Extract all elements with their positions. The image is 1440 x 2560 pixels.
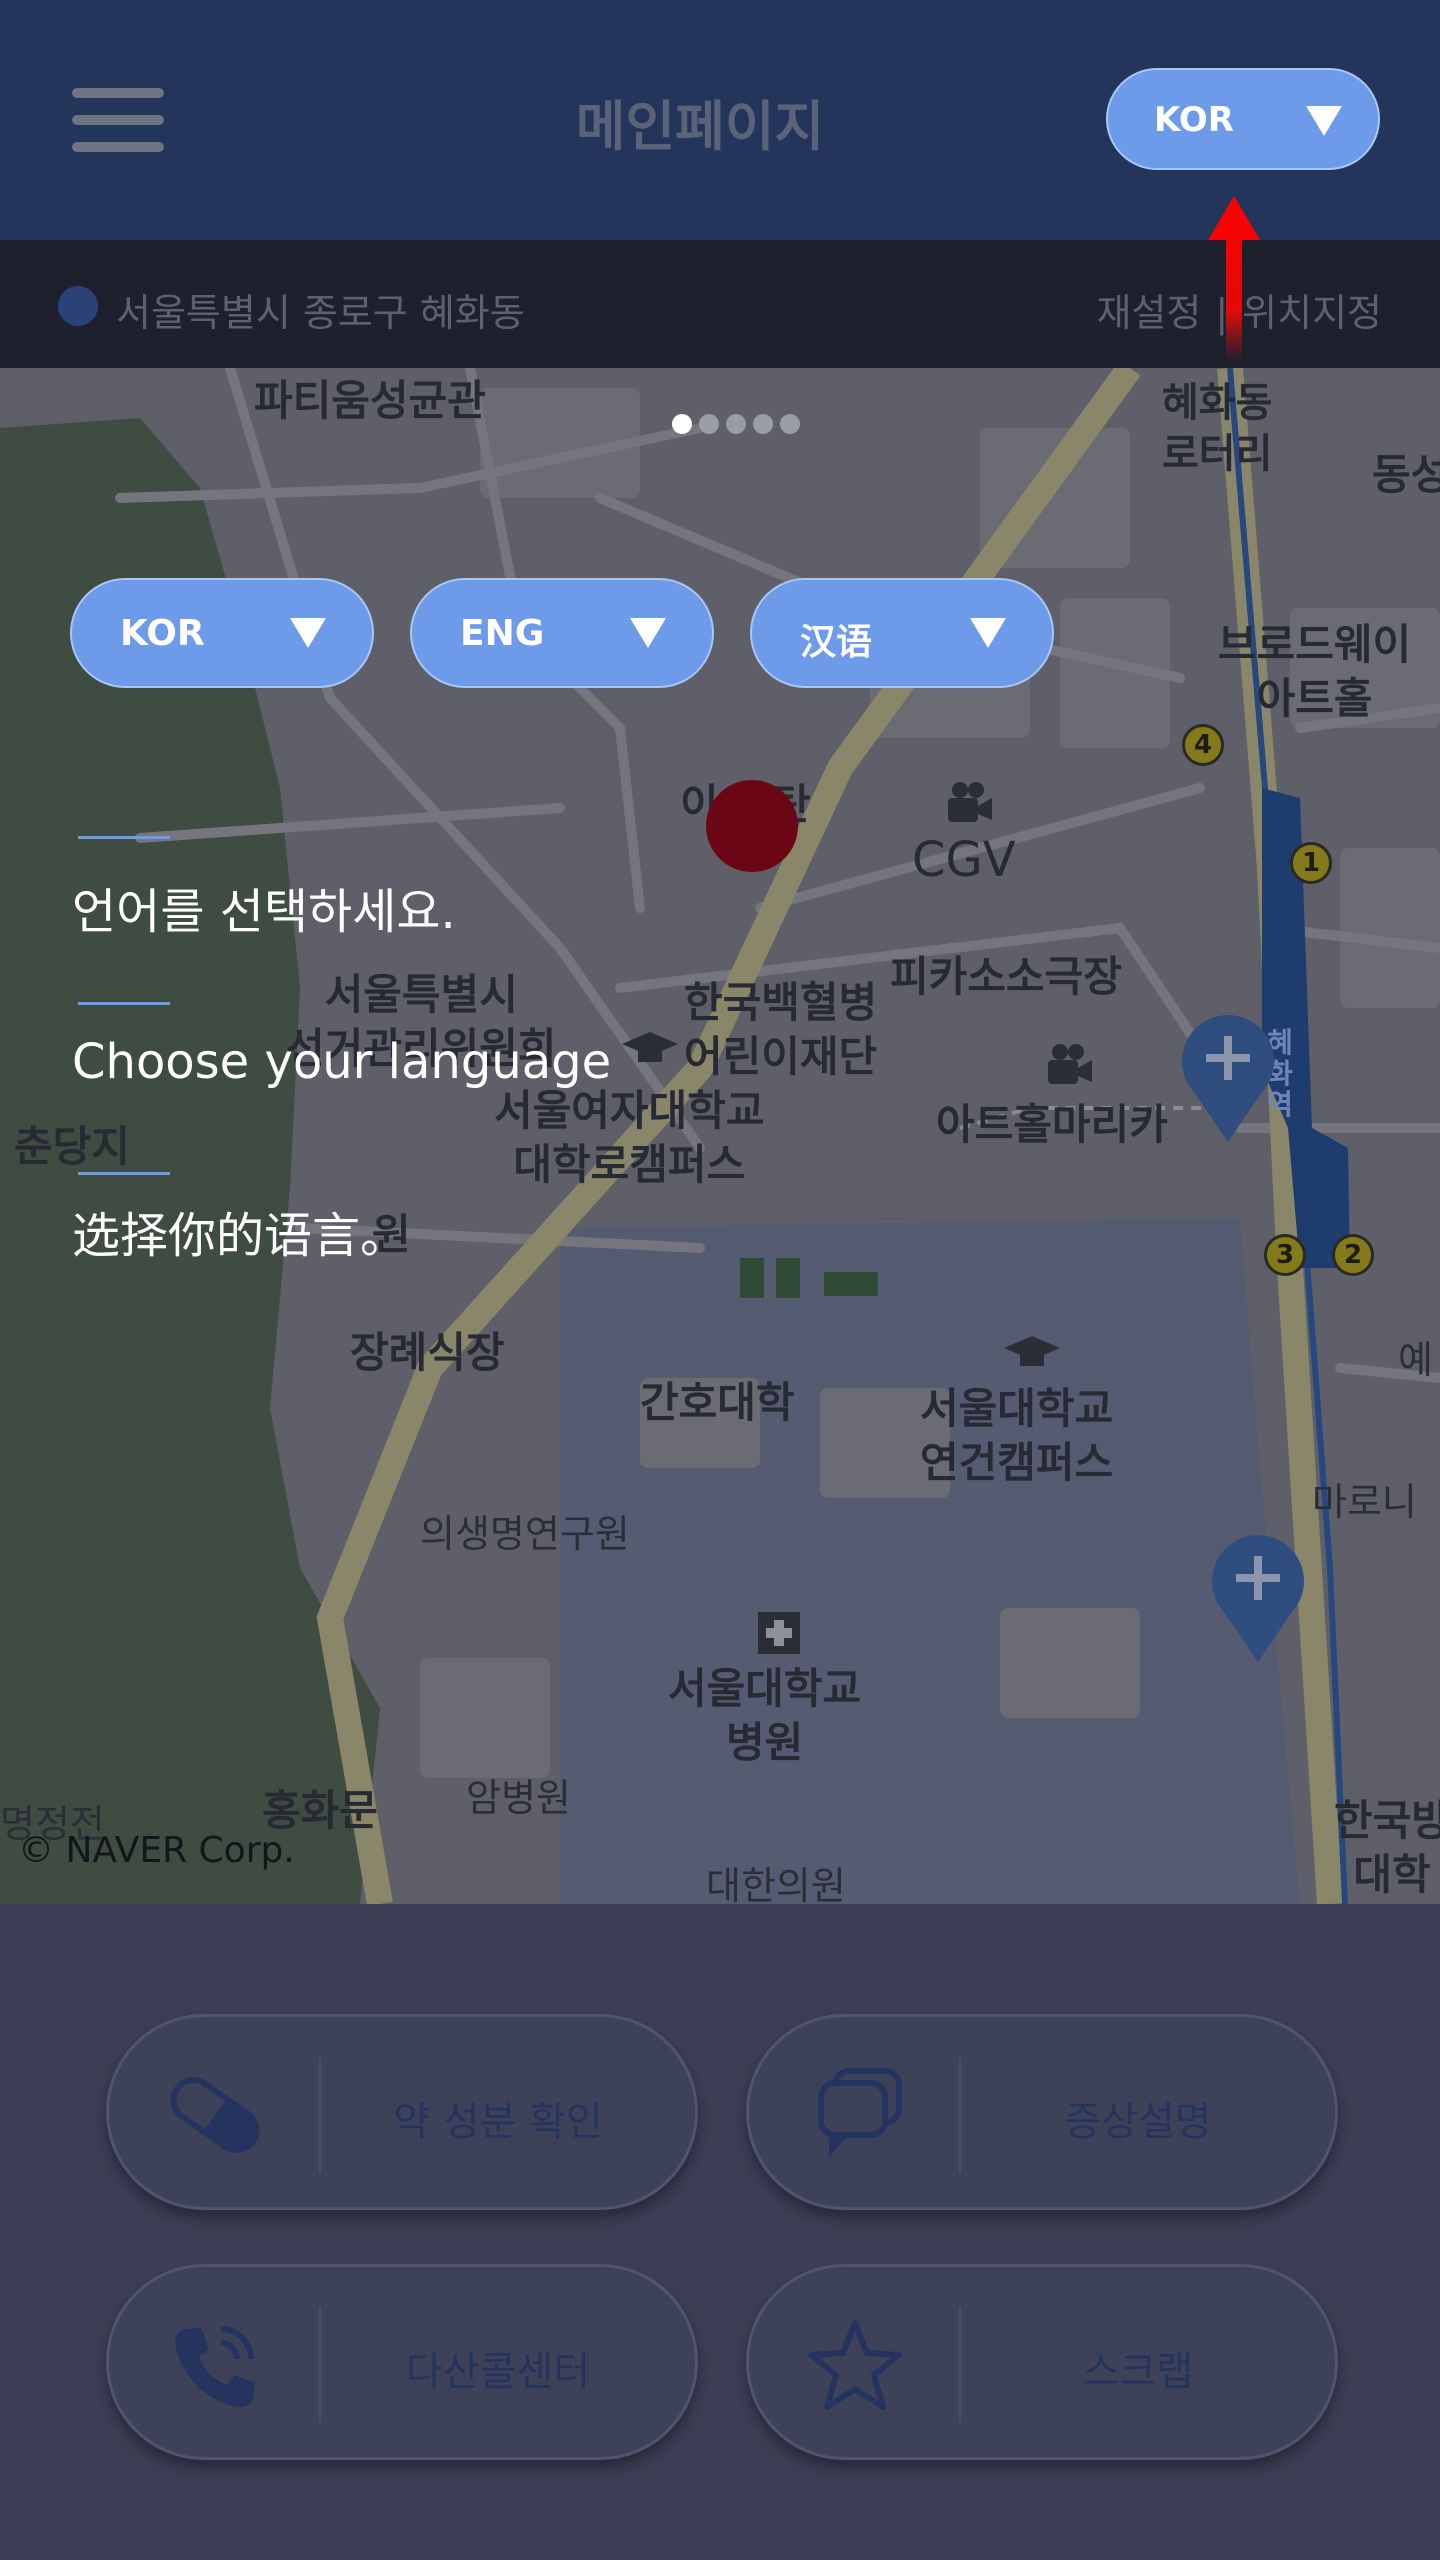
button-label: 스크랩 — [1082, 2349, 1194, 2395]
ingredient-check-button[interactable]: 약 성분 확인 — [106, 2014, 698, 2210]
map-label: 서울대학교 연건캠퍼스 — [920, 1384, 1114, 1487]
map-label: 춘당지 — [14, 1122, 130, 1171]
map-copyright: © NAVER Corp. — [18, 1830, 295, 1871]
divider — [78, 1172, 170, 1175]
current-address: 서울특별시 종로구 혜화동 — [116, 291, 525, 335]
english-language-select[interactable]: ENG — [410, 578, 714, 688]
map-label: 마로니 — [1312, 1480, 1417, 1524]
map-label: 한국백혈병 어린이재단 — [684, 978, 878, 1081]
map-label: 서울대학교 병원 — [668, 1664, 862, 1767]
header-language-label: KOR — [1154, 100, 1234, 140]
current-location-marker — [706, 780, 798, 872]
metro-line-badge: 1 — [1290, 842, 1332, 884]
pill-icon — [170, 2077, 260, 2153]
prompt-english: Choose your language — [72, 1034, 612, 1090]
metro-line-badge: 3 — [1264, 1234, 1306, 1276]
pharmacy-pin-icon[interactable] — [1182, 1014, 1274, 1142]
metro-line-badge: 4 — [1182, 724, 1224, 766]
triangle-down-icon — [630, 618, 666, 648]
map-label: 동성 — [1372, 450, 1440, 499]
map-label: 한국방 대학 — [1334, 1796, 1440, 1899]
triangle-down-icon — [290, 618, 326, 648]
map-label: 암병원 — [466, 1776, 571, 1820]
divider — [78, 1002, 170, 1005]
menu-icon[interactable] — [72, 88, 164, 152]
page-title: 메인페이지 — [575, 95, 825, 158]
map-label: 예 — [1398, 1338, 1433, 1382]
button-label: 증상설명 — [1064, 2099, 1212, 2145]
chinese-language-select[interactable]: 汉语 — [750, 578, 1054, 688]
carousel-dot[interactable] — [672, 414, 692, 434]
map-label: 서울여자대학교 대학로캠퍼스 — [494, 1086, 765, 1189]
map-label: 대한의원 — [706, 1864, 846, 1904]
annotation-arrow-icon — [1208, 196, 1260, 360]
pharmacy-pin-icon[interactable] — [1212, 1534, 1304, 1662]
prompt-chinese: 选择你的语言。 — [72, 1208, 409, 1264]
language-option-label: 汉语 — [800, 622, 873, 663]
star-icon — [808, 2320, 902, 2410]
map-label: 브로드웨이 아트홀 — [1218, 620, 1412, 723]
chat-bubbles-icon — [818, 2068, 902, 2157]
language-option-label: ENG — [460, 613, 545, 654]
map-label: 의생명연구원 — [420, 1512, 630, 1556]
triangle-down-icon — [1306, 106, 1342, 136]
call-center-button[interactable]: 다산콜센터 — [106, 2264, 698, 2460]
metro-line-badge: 2 — [1332, 1234, 1374, 1276]
korean-language-select[interactable]: KOR — [70, 578, 374, 688]
reset-location-link[interactable]: 재설정 — [1096, 291, 1201, 335]
map-label: CGV — [912, 832, 1016, 888]
button-label: 약 성분 확인 — [393, 2099, 603, 2145]
map-label: 피카소소극장 — [890, 952, 1122, 1001]
map-label: 아트홀마리카 — [936, 1100, 1168, 1149]
header-language-select[interactable]: KOR — [1106, 68, 1380, 170]
location-dot-icon — [58, 286, 98, 326]
set-location-link[interactable]: 위치지정 — [1242, 291, 1382, 335]
symptom-description-button[interactable]: 증상설명 — [746, 2014, 1338, 2210]
map-label: 간호대학 — [640, 1378, 795, 1427]
map-label: 파티움성균관 — [254, 376, 486, 425]
carousel-dot[interactable] — [726, 414, 746, 434]
action-panel: 약 성분 확인 증상설명 다산콜센터 스크랩 — [0, 1904, 1440, 2560]
carousel-indicator — [672, 414, 807, 434]
button-label: 다산콜센터 — [406, 2349, 590, 2395]
triangle-down-icon — [970, 618, 1006, 648]
divider — [78, 836, 170, 839]
carousel-dot[interactable] — [753, 414, 773, 434]
scrap-button[interactable]: 스크랩 — [746, 2264, 1338, 2460]
carousel-dot[interactable] — [780, 414, 800, 434]
phone-icon — [175, 2326, 255, 2407]
prompt-korean: 언어를 선택하세요. — [72, 884, 456, 940]
map-label: 혜화동 로터리 — [1162, 380, 1273, 478]
language-option-label: KOR — [120, 613, 205, 654]
carousel-dot[interactable] — [699, 414, 719, 434]
map-label: 장례식장 — [350, 1328, 505, 1377]
